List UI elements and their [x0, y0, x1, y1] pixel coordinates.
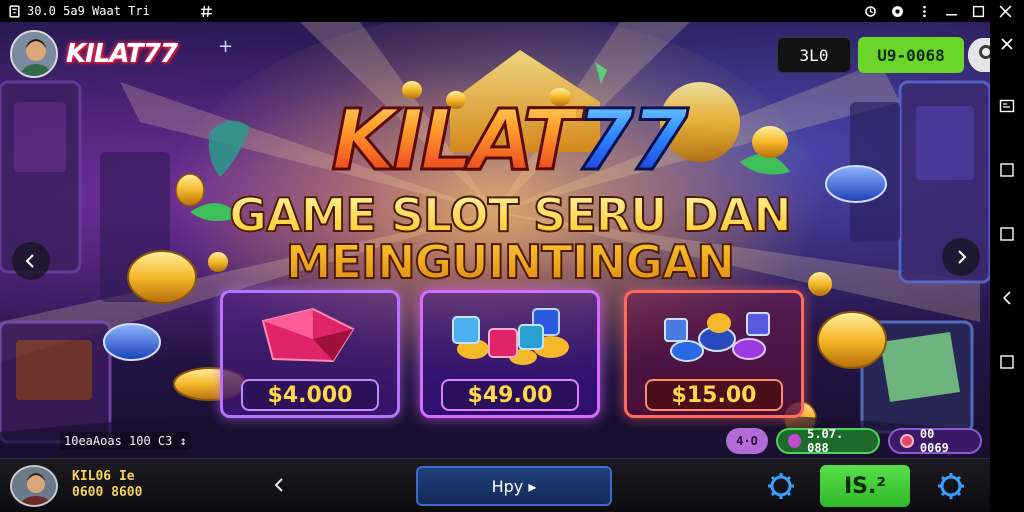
tagline-line-1: GAME SLOT SERU DAN — [228, 188, 793, 242]
balance-chip-dark[interactable]: 3L0 — [777, 37, 851, 73]
home-button[interactable] — [990, 340, 1024, 384]
window-button[interactable] — [990, 212, 1024, 256]
headline-tagline: GAME SLOT SERU DAN MEINGUINTINGAN — [220, 188, 800, 289]
prize-card-2[interactable]: $49.00 — [420, 290, 600, 418]
sparkle-icon: + — [218, 36, 234, 57]
chevron-left-icon — [25, 254, 34, 268]
headline-number: 77 — [574, 91, 690, 189]
carousel-next-button[interactable] — [942, 238, 980, 276]
user-balance: 0600 8600 — [72, 485, 143, 500]
chevron-left-icon — [274, 478, 283, 492]
nav-back-button[interactable] — [990, 276, 1024, 320]
chevron-right-icon — [958, 250, 967, 264]
deposit-button[interactable]: IS.² — [820, 465, 910, 507]
square-icon — [1000, 163, 1014, 177]
maximize-icon[interactable] — [972, 5, 985, 18]
profile-avatar[interactable] — [968, 38, 990, 72]
close-button[interactable] — [990, 22, 1024, 66]
square-icon — [1000, 227, 1014, 241]
pill-small[interactable]: 4·O — [726, 428, 768, 454]
status-time: 30.0 5a9 Waat Tri — [27, 4, 150, 18]
user-avatar[interactable] — [10, 465, 58, 507]
brand: KILAT77 — [10, 30, 178, 78]
system-nav — [990, 22, 1024, 512]
pill-purple-value: 00 0069 — [919, 427, 949, 455]
more-icon[interactable] — [918, 5, 931, 18]
settings-gear-icon[interactable] — [766, 471, 796, 501]
user-info: KIL06 Ie 0600 8600 — [72, 469, 142, 501]
prize-price-2: $49.00 — [441, 379, 579, 411]
avatar[interactable] — [10, 30, 58, 78]
status-bar: 30.0 5a9 Waat Tri — [0, 0, 1024, 22]
carousel-prev-button[interactable] — [12, 242, 50, 280]
prize-price-3: $15.00 — [645, 379, 783, 411]
pill-green-value: 5.07. 088 — [807, 427, 844, 455]
prize-card-3[interactable]: $15.00 — [624, 290, 804, 418]
overview-button[interactable] — [990, 148, 1024, 192]
headline-logo: KILAT77 — [268, 97, 748, 184]
back-button[interactable] — [268, 473, 290, 497]
radio-icon — [892, 5, 903, 17]
notification-icon — [9, 4, 20, 18]
bottom-bar: KIL06 Ie 0600 8600 Hpy ▸ IS.² — [0, 458, 990, 512]
chips-icon — [664, 312, 770, 362]
screenshot-button[interactable] — [990, 84, 1024, 128]
balance-chip-green[interactable]: U9-0068 — [858, 37, 964, 73]
screenshot-icon — [999, 99, 1015, 113]
square-icon — [1000, 355, 1014, 369]
gem-icon — [788, 434, 802, 448]
pill-purple-balance[interactable]: 00 0069 — [888, 427, 982, 455]
game-canvas: KILAT77 + 3L0 U9-0068 KILAT77 GAME SLOT … — [0, 22, 990, 458]
pill-green-balance[interactable]: 5.07. 088 — [776, 427, 880, 455]
close-icon — [1001, 38, 1013, 50]
info-strip: 10eaAoas 100 C3 ↕ — [60, 432, 191, 450]
minimize-icon[interactable] — [945, 5, 958, 18]
options-gear-icon[interactable] — [936, 471, 966, 501]
play-button[interactable]: Hpy ▸ — [416, 466, 612, 506]
coin-icon — [900, 434, 914, 448]
hash-icon — [200, 5, 212, 17]
headline-word: KILAT — [330, 91, 581, 189]
dice-coins-icon — [452, 308, 569, 365]
back-icon — [1002, 291, 1011, 305]
close-icon[interactable] — [999, 5, 1012, 18]
sync-icon — [865, 5, 876, 17]
gem-icon — [261, 307, 355, 363]
prize-card-1[interactable]: $4.000 — [220, 290, 400, 418]
brand-name: KILAT77 — [66, 39, 178, 69]
prize-price-1: $4.000 — [241, 379, 379, 411]
user-name: KIL06 Ie — [72, 469, 135, 484]
tagline-line-2: MEINGUINTINGAN — [285, 234, 736, 289]
